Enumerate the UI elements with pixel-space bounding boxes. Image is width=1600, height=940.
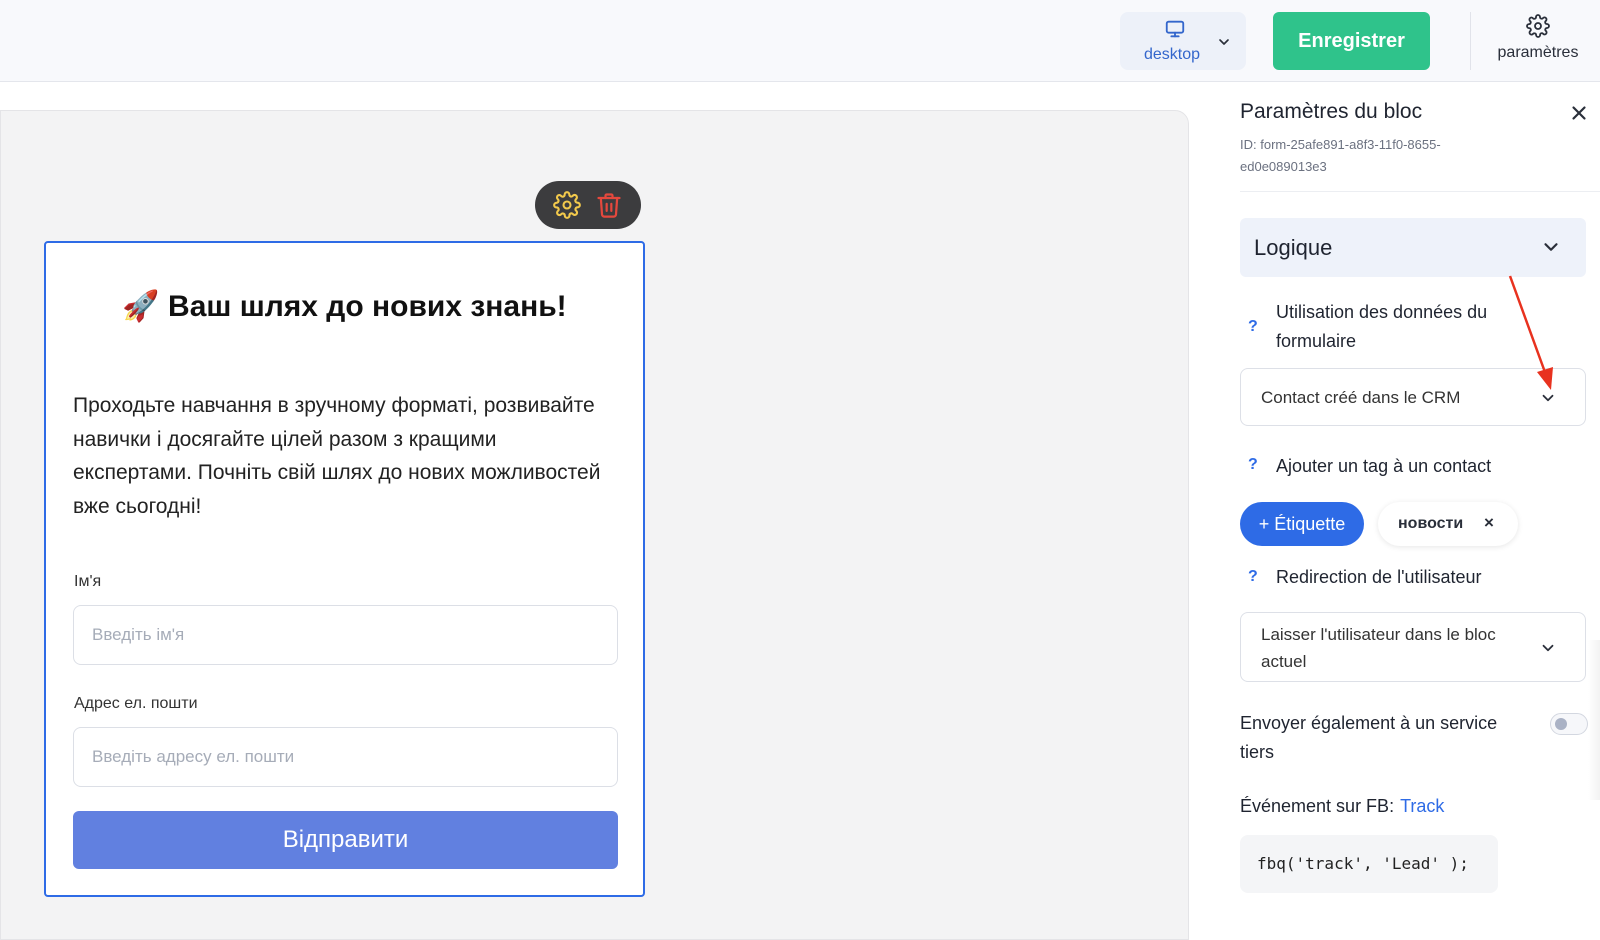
annotation-arrow-line	[1508, 275, 1548, 376]
annotation-arrow-overlay	[1508, 275, 1553, 390]
annotation-arrow-head	[1537, 367, 1553, 390]
